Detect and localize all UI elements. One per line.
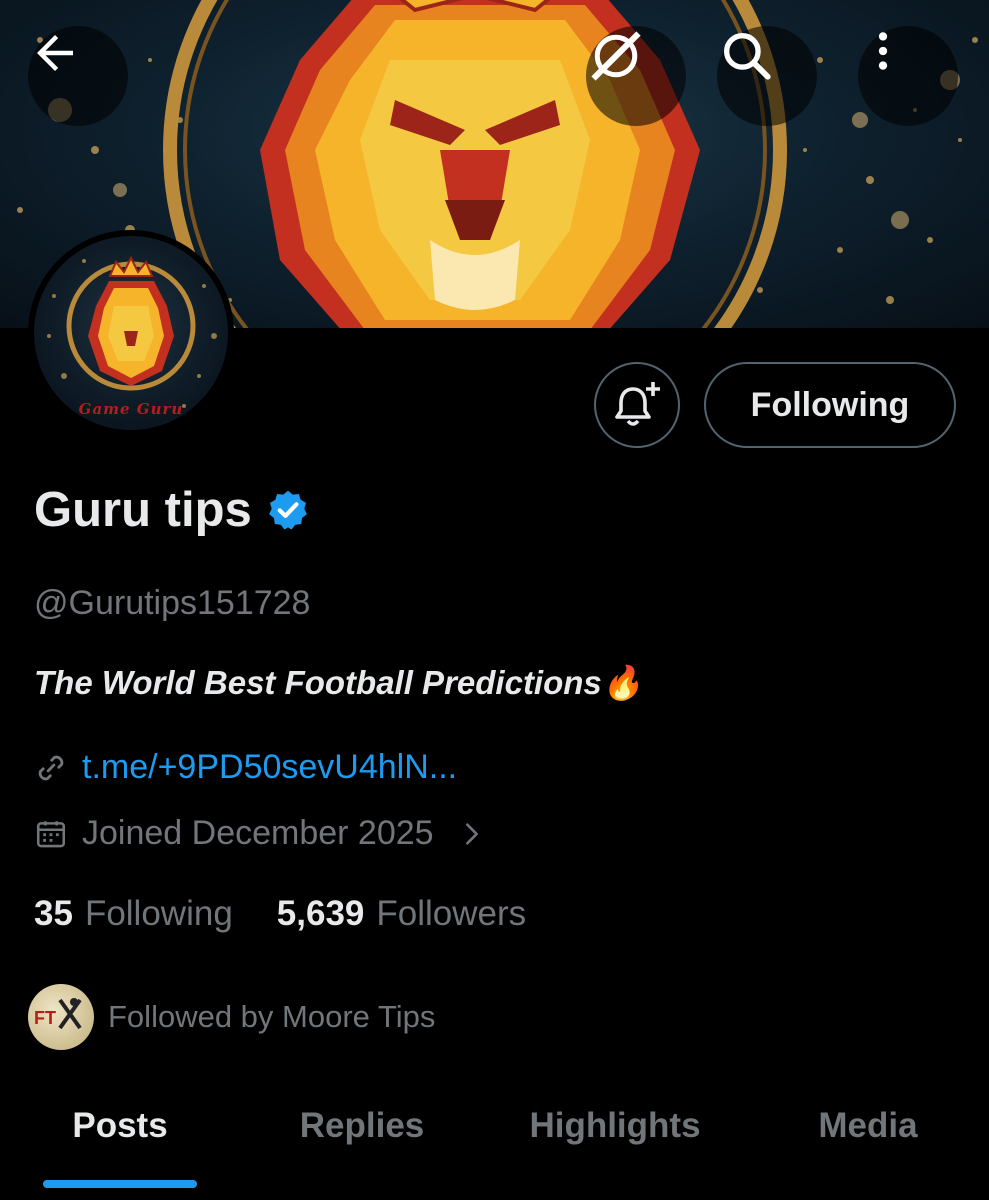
- search-icon: [724, 33, 771, 80]
- search-button[interactable]: [717, 26, 817, 126]
- tab-media[interactable]: Media: [818, 1106, 917, 1146]
- bio: The World Best Football Predictions🔥: [34, 664, 643, 701]
- svg-text:FT: FT: [34, 1008, 56, 1028]
- avatar-caption: Game Guru: [78, 400, 184, 418]
- follower-avatar: FT: [28, 984, 94, 1050]
- joined-row[interactable]: Joined December 2025: [34, 814, 486, 853]
- followed-by-row[interactable]: FT Followed by Moore Tips: [28, 984, 435, 1050]
- arrow-left-icon: [37, 35, 73, 71]
- link-icon: [38, 755, 64, 780]
- followed-by-text: Followed by Moore Tips: [108, 999, 436, 1034]
- name-row: Guru tips: [34, 482, 310, 538]
- tab-posts[interactable]: Posts: [72, 1106, 167, 1146]
- following-button[interactable]: Following: [704, 362, 956, 448]
- handle: @Gurutips151728: [34, 584, 311, 622]
- more-vertical-icon: [878, 32, 888, 70]
- website-link[interactable]: t.me/+9PD50sevU4hlN...: [82, 748, 457, 787]
- followers-count: 5,639: [276, 894, 365, 933]
- follower-avatar-image: FT: [34, 998, 82, 1030]
- bell-plus-icon: [615, 382, 660, 426]
- verified-badge-icon[interactable]: [266, 488, 310, 532]
- display-name: Guru tips: [34, 483, 252, 537]
- tab-highlights[interactable]: Highlights: [529, 1106, 700, 1146]
- back-button[interactable]: [28, 26, 128, 126]
- grok-icon: [591, 31, 641, 81]
- followers-label: Followers: [376, 894, 527, 933]
- profile-tabs: Posts Replies Highlights Media: [0, 1090, 989, 1200]
- chevron-right-icon: [465, 822, 478, 845]
- followers-stat[interactable]: 5,639 Followers: [277, 894, 526, 934]
- more-button[interactable]: [858, 26, 958, 126]
- profile-avatar[interactable]: Game Guru: [28, 230, 234, 436]
- following-stat[interactable]: 35 Following: [34, 894, 233, 934]
- grok-button[interactable]: [586, 26, 686, 126]
- calendar-icon: [36, 820, 66, 847]
- notifications-button[interactable]: [594, 362, 680, 448]
- follow-stats: 35 Following 5,639 Followers: [34, 894, 526, 934]
- tab-replies[interactable]: Replies: [300, 1106, 425, 1146]
- following-count: 35: [34, 894, 73, 933]
- joined-date: Joined December 2025: [82, 814, 434, 852]
- active-tab-indicator: [43, 1180, 197, 1188]
- avatar-image: Game Guru: [34, 236, 228, 430]
- following-label: Following: [84, 894, 233, 933]
- website-row[interactable]: t.me/+9PD50sevU4hlN...: [34, 748, 457, 787]
